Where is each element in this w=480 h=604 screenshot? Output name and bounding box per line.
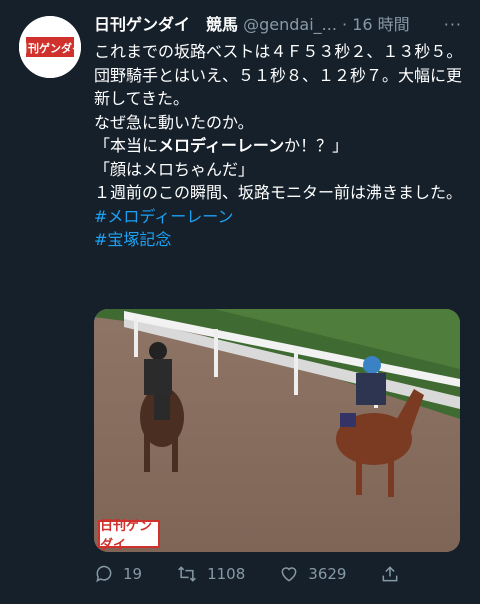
action-bar: 19 1108 3629: [94, 562, 462, 586]
retweet-count: 1108: [207, 565, 246, 583]
hashtag-link[interactable]: #メロディーレーン: [94, 207, 234, 226]
tweet-text: これまでの坂路ベストは４Ｆ５３秒２、１３秒５。 団野騎手とはいえ、５１秒８、１２…: [94, 40, 464, 252]
quote-bold-name: メロディーレーン: [158, 136, 285, 155]
tweet-quote-1: 「本当にメロディーレーンか！？」: [94, 134, 464, 158]
gendai-logo-icon: 日刊ゲンダイ: [19, 16, 81, 78]
reply-count: 19: [123, 565, 143, 583]
tweet-line: なぜ急に動いたのか。: [94, 112, 254, 132]
watermark-logo: 日刊ゲンダイ: [98, 519, 160, 552]
tweet-quote-2: 「顔はメロちゃんだ」: [94, 159, 255, 179]
tweet-line: 団野騎手とはいえ、５１秒８、１２秒７。大幅に更新してきた。: [94, 65, 463, 109]
reply-button[interactable]: 19: [94, 564, 142, 584]
share-icon: [383, 566, 398, 582]
more-options-icon[interactable]: ···: [444, 14, 462, 36]
quote-suffix: か！？」: [284, 136, 349, 155]
avatar-logo-text: 日刊ゲンダイ: [19, 41, 81, 55]
heart-icon: [281, 567, 297, 582]
author-name[interactable]: 日刊ゲンダイ 競馬: [94, 15, 238, 34]
avatar[interactable]: 日刊ゲンダイ: [19, 16, 81, 78]
hashtag-link[interactable]: #宝塚記念: [94, 230, 171, 249]
tweet-closing: １週前のこの瞬間、坂路モニター前は沸きました。: [94, 183, 463, 202]
share-button[interactable]: [380, 564, 409, 584]
timestamp[interactable]: 16 時間: [352, 15, 409, 34]
like-count: 3629: [308, 565, 347, 583]
reply-icon: [96, 565, 112, 583]
like-button[interactable]: 3629: [279, 564, 346, 584]
tweet-header: 日刊ゲンダイ 競馬 @gendai_... · 16 時間 ···: [94, 14, 462, 36]
retweet-button[interactable]: 1108: [176, 564, 245, 584]
tweet-photo[interactable]: 日刊ゲンダイ: [94, 309, 460, 552]
quote-prefix: 「本当に: [94, 136, 159, 155]
author-handle[interactable]: @gendai_...: [243, 15, 337, 34]
retweet-icon: [178, 566, 196, 582]
separator-dot: ·: [342, 15, 348, 34]
tweet-line: これまでの坂路ベストは４Ｆ５３秒２、１３秒５。: [94, 42, 463, 61]
